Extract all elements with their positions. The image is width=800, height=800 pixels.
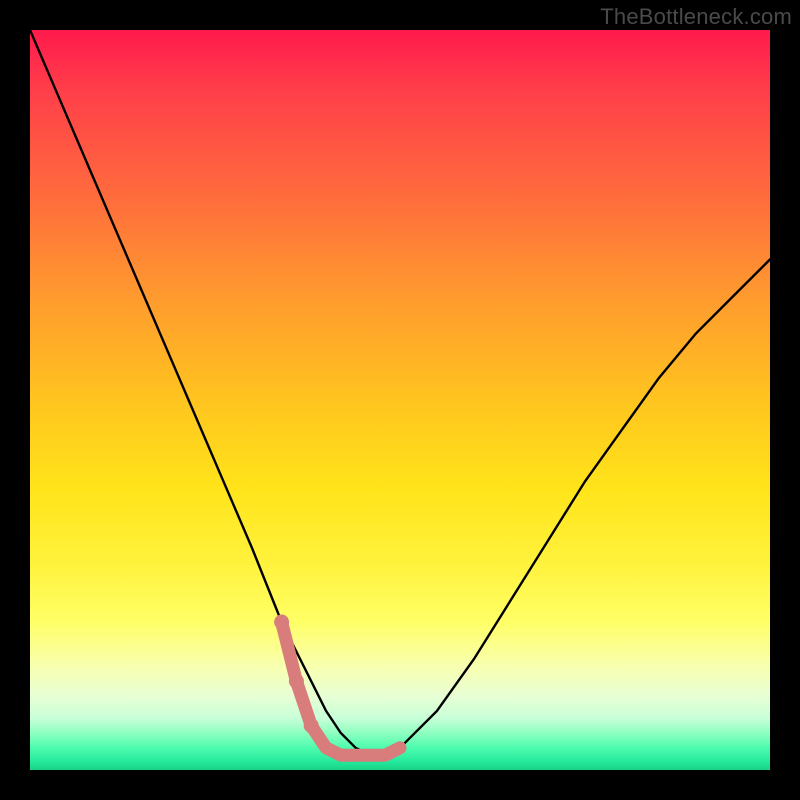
plot-area [30, 30, 770, 770]
trough-marker-dot [274, 615, 289, 630]
trough-marker-dot [289, 674, 304, 689]
bottleneck-curve [30, 30, 770, 755]
watermark-label: TheBottleneck.com [600, 4, 792, 30]
chart-frame: TheBottleneck.com [0, 0, 800, 800]
trough-marker-path [282, 622, 400, 755]
trough-marker-dot [304, 718, 319, 733]
plot-svg [30, 30, 770, 770]
trough-markers [274, 615, 400, 756]
